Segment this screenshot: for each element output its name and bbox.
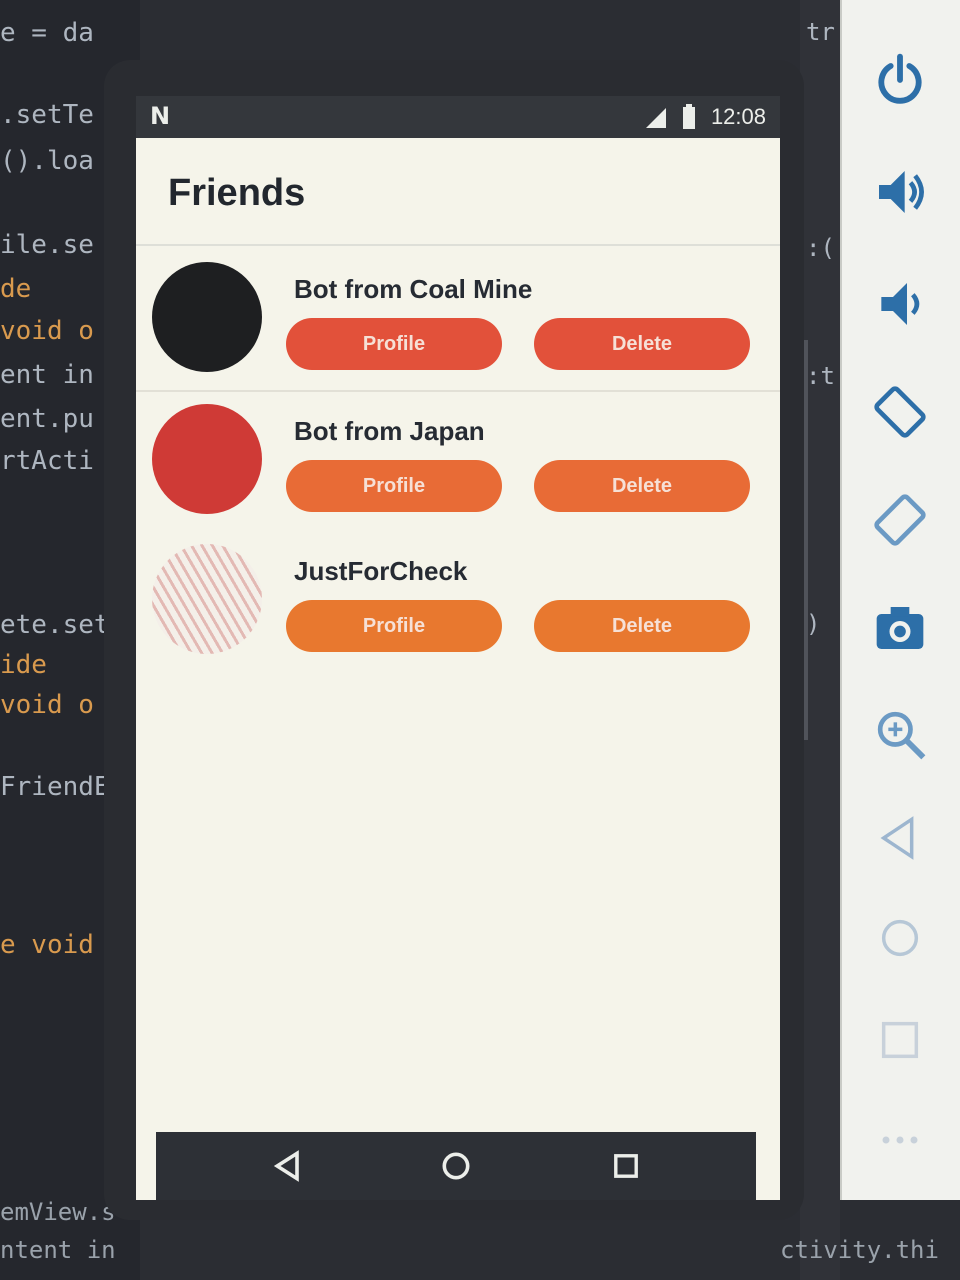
row-divider <box>136 390 780 392</box>
profile-button[interactable]: Profile <box>286 460 502 512</box>
friend-name: JustForCheck <box>294 556 468 586</box>
status-bar: N 12:08 <box>136 96 780 138</box>
power-icon[interactable] <box>868 48 932 112</box>
battery-icon <box>683 104 695 129</box>
zoom-icon[interactable] <box>868 702 932 766</box>
code-line: ent.pu <box>0 404 94 434</box>
delete-button[interactable]: Delete <box>534 460 750 512</box>
emulator-toolbar <box>840 0 960 1200</box>
code-line: e = da <box>0 18 94 48</box>
nav-back-icon[interactable] <box>268 1146 308 1186</box>
overview-icon[interactable] <box>868 1008 932 1072</box>
delete-button[interactable]: Delete <box>534 600 750 652</box>
striped-pattern-avatar <box>152 544 262 654</box>
volume-down-icon[interactable] <box>868 272 932 336</box>
more-icon[interactable] <box>868 1108 932 1172</box>
code-line: de <box>0 274 32 304</box>
code-line: FriendE <box>0 772 110 802</box>
code-line-bottom-1: emView.s <box>0 1198 116 1226</box>
navigation-bar <box>156 1132 756 1200</box>
code-line: .setTe <box>0 100 94 130</box>
nav-home-icon[interactable] <box>436 1146 476 1186</box>
code-line: rtActi <box>0 446 94 476</box>
rotate-left-icon[interactable] <box>868 380 932 444</box>
page-title: Friends <box>168 172 306 214</box>
camera-icon[interactable] <box>868 596 932 660</box>
friend-row: Bot from Japan Profile Delete <box>136 404 780 544</box>
friend-name: Bot from Japan <box>294 416 485 446</box>
code-fragment: ) <box>806 610 821 638</box>
code-line: ide <box>0 650 47 680</box>
code-line: ().loa <box>0 146 94 176</box>
code-fragment: :t <box>806 362 835 390</box>
friend-row: Bot from Coal Mine Profile Delete <box>136 262 780 402</box>
title-divider <box>136 244 780 246</box>
code-line: ile.se <box>0 230 94 260</box>
code-line: ete.set <box>0 610 110 640</box>
code-fragment: :( <box>806 234 835 262</box>
friend-name: Bot from Coal Mine <box>294 274 533 304</box>
code-line: void o <box>0 316 94 346</box>
profile-button[interactable]: Profile <box>286 600 502 652</box>
code-fragment: tr <box>806 18 835 46</box>
code-line: ent in <box>0 360 94 390</box>
code-line-bottom-2: ntent in <box>0 1236 116 1264</box>
back-icon[interactable] <box>868 806 932 870</box>
friend-row: JustForCheck Profile Delete <box>136 544 780 684</box>
phone-screen: N 12:08 Friends Bot from Coal Mine Profi… <box>136 96 780 1200</box>
black-circle-avatar <box>152 262 262 372</box>
signal-icon <box>646 108 666 128</box>
code-line: void o <box>0 690 94 720</box>
code-line: e void <box>0 930 94 960</box>
delete-button[interactable]: Delete <box>534 318 750 370</box>
profile-button[interactable]: Profile <box>286 318 502 370</box>
red-circle-avatar <box>152 404 262 514</box>
rotate-right-icon[interactable] <box>868 488 932 552</box>
status-time: 12:08 <box>710 104 766 129</box>
notification-icon: N <box>150 102 171 130</box>
code-line-bottom-right: ctivity.thi <box>780 1236 939 1264</box>
nav-overview-icon[interactable] <box>606 1146 646 1186</box>
volume-up-icon[interactable] <box>868 160 932 224</box>
home-icon[interactable] <box>868 906 932 970</box>
